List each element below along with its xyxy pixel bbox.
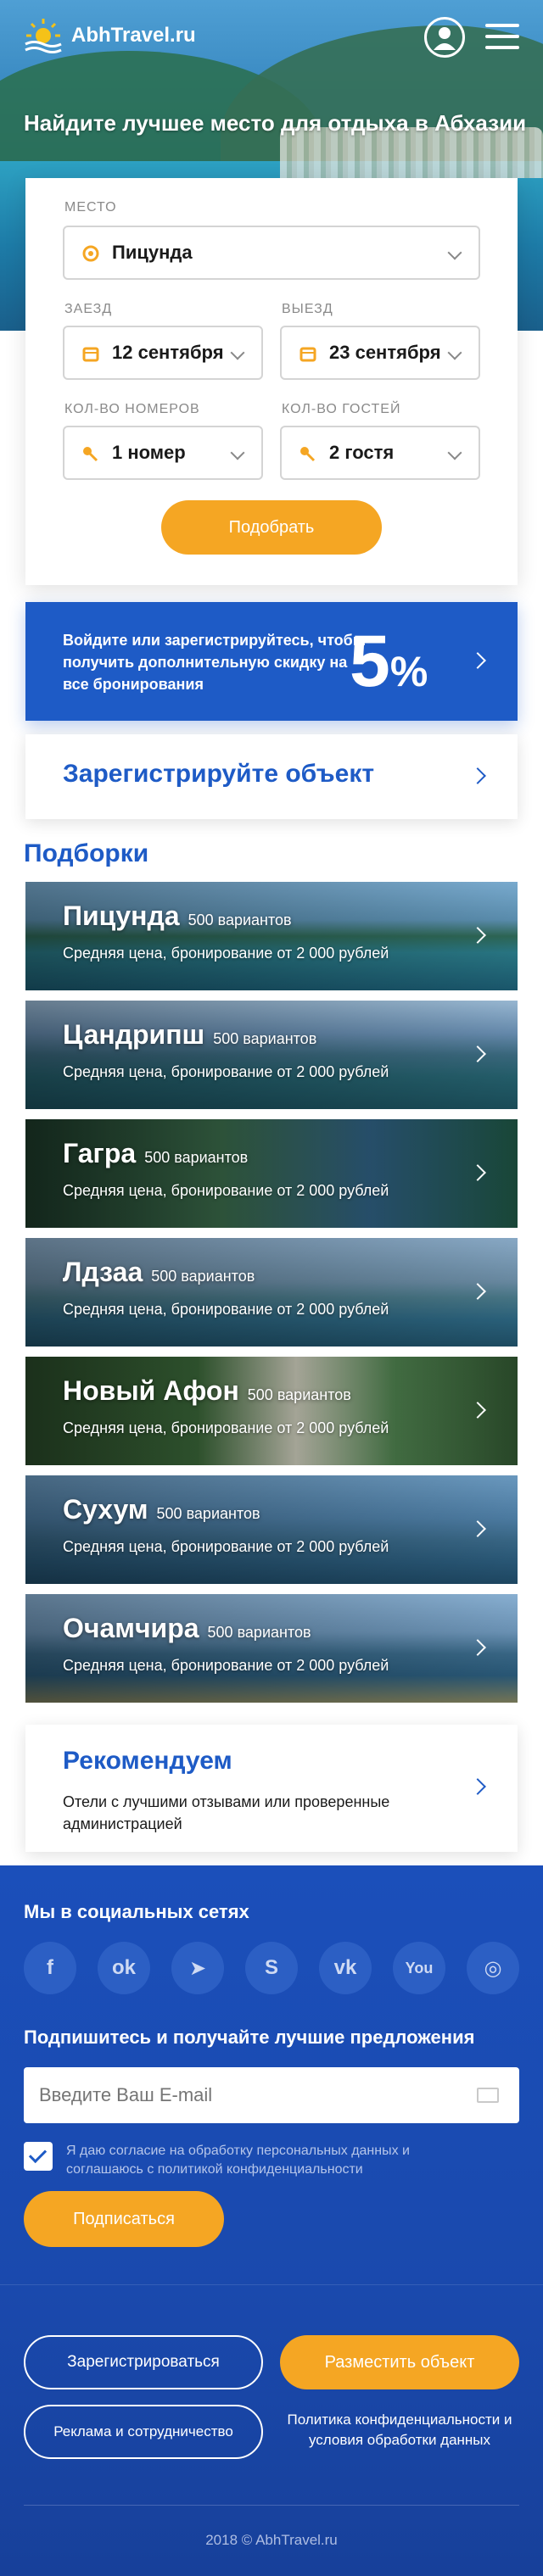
- collection-name: Гагра 500 вариантов: [63, 1138, 249, 1168]
- rooms-value: 1 номер: [112, 442, 186, 463]
- copyright: 2018 © AbhTravel.ru: [205, 2532, 338, 2548]
- vk-icon[interactable]: vk: [319, 1942, 372, 1994]
- social-links: f ok ➤ S vk You ◎: [24, 1942, 519, 1996]
- social-title: Мы в социальных сетях: [24, 1901, 249, 1922]
- divider: [24, 2505, 519, 2506]
- instagram-icon[interactable]: ◎: [467, 1942, 519, 1994]
- place-label: МЕСТО: [64, 200, 117, 215]
- collection-name: Сухум 500 вариантов: [63, 1494, 260, 1525]
- collection-card[interactable]: Сухум 500 вариантов Средняя цена, брониро…: [25, 1475, 518, 1584]
- recommend-card[interactable]: Рекомендуем Отели с лучшими отзывами или…: [25, 1725, 518, 1852]
- collection-subtitle: Средняя цена, бронирование от 2 000 рубл…: [63, 1182, 389, 1199]
- subscribe-button[interactable]: Подписаться: [24, 2191, 224, 2247]
- checkin-value: 12 сентября: [112, 342, 224, 363]
- place-value: Пицунда: [112, 242, 193, 263]
- collection-card[interactable]: Лдзаа 500 вариантов Средняя цена, брониро…: [25, 1238, 518, 1347]
- key-icon: [300, 447, 316, 462]
- collection-subtitle: Средняя цена, бронирование от 2 000 рубл…: [63, 1301, 389, 1318]
- place-object-button[interactable]: Разместить объект: [280, 2335, 519, 2389]
- checkin-select[interactable]: 12 сентября: [63, 326, 263, 380]
- skype-icon[interactable]: S: [245, 1942, 298, 1994]
- menu-icon[interactable]: [485, 24, 519, 51]
- rooms-label: КОЛ-ВО НОМЕРОВ: [64, 402, 200, 416]
- collection-name: Лдзаа 500 вариантов: [63, 1257, 255, 1287]
- promo-percent: 5%: [350, 621, 428, 702]
- chevron-down-icon: [230, 345, 245, 360]
- discount-promo-banner[interactable]: Войдите или зарегистрируйтесь, чтобы пол…: [25, 602, 518, 721]
- find-button[interactable]: Подобрать: [161, 500, 382, 555]
- footer: Мы в социальных сетях f ok ➤ S vk You ◎ …: [0, 1865, 543, 2576]
- checkin-label: ЗАЕЗД: [64, 302, 113, 316]
- chevron-right-icon: [469, 652, 486, 669]
- top-bar: AbhTravel.ru: [0, 0, 543, 75]
- recommend-title: Рекомендуем: [63, 1747, 232, 1775]
- collection-card[interactable]: Гагра 500 вариантов Средняя цена, брониро…: [25, 1119, 518, 1228]
- divider: [0, 2284, 543, 2285]
- collection-subtitle: Средняя цена, бронирование от 2 000 рубл…: [63, 1419, 389, 1436]
- register-object-card[interactable]: Зарегистрируйте объект: [25, 734, 518, 819]
- subscribe-title: Подпишитесь и получайте лучшие предложен…: [24, 2027, 475, 2048]
- collection-name: Пицунда 500 вариантов: [63, 900, 292, 931]
- guests-select[interactable]: 2 гостя: [280, 426, 480, 480]
- search-form: МЕСТО Пицунда ЗАЕЗД 12 сентября ВЫЕЗД 23…: [25, 178, 518, 585]
- consent-text: Я даю согласие на обработку персональных…: [66, 2144, 410, 2177]
- register-button[interactable]: Зарегистрироваться: [24, 2335, 263, 2389]
- guests-label: КОЛ-ВО ГОСТЕЙ: [282, 402, 401, 416]
- location-icon: [82, 245, 99, 262]
- register-object-label: Зарегистрируйте объект: [63, 760, 375, 788]
- chevron-right-icon: [469, 767, 486, 784]
- collection-name: Очамчира 500 вариантов: [63, 1613, 311, 1643]
- key-icon: [83, 447, 98, 462]
- collection-subtitle: Средняя цена, бронирование от 2 000 рубл…: [63, 1063, 389, 1080]
- collection-subtitle: Средняя цена, бронирование от 2 000 рубл…: [63, 1538, 389, 1555]
- user-account-button[interactable]: [424, 17, 465, 58]
- collections-title: Подборки: [24, 839, 149, 867]
- collection-name: Цандрипш 500 вариантов: [63, 1019, 317, 1050]
- facebook-icon[interactable]: f: [24, 1942, 76, 1994]
- collection-name: Новый Афон 500 вариантов: [63, 1375, 351, 1406]
- checkout-select[interactable]: 23 сентября: [280, 326, 480, 380]
- rooms-select[interactable]: 1 номер: [63, 426, 263, 480]
- calendar-icon: [299, 347, 316, 362]
- privacy-policy-link[interactable]: Политика конфиденциальности и условия об…: [280, 2410, 519, 2451]
- telegram-icon[interactable]: ➤: [171, 1942, 224, 1994]
- checkout-value: 23 сентября: [329, 342, 441, 363]
- chevron-down-icon: [447, 445, 462, 460]
- chevron-right-icon: [469, 1778, 486, 1795]
- chevron-down-icon: [447, 245, 462, 260]
- chevron-down-icon: [447, 345, 462, 360]
- checkout-label: ВЫЕЗД: [282, 302, 333, 316]
- odnoklassniki-icon[interactable]: ok: [98, 1942, 150, 1994]
- collection-card[interactable]: Очамчира 500 вариантов Средняя цена, брон…: [25, 1594, 518, 1703]
- place-select[interactable]: Пицунда: [63, 226, 480, 280]
- collection-card[interactable]: Пицунда 500 вариантов Средняя цена, брони…: [25, 882, 518, 990]
- ads-button[interactable]: Реклама и сотрудничество: [24, 2405, 263, 2459]
- logo-text[interactable]: AbhTravel.ru: [71, 24, 196, 47]
- user-icon: [434, 27, 456, 50]
- guests-value: 2 гостя: [329, 442, 395, 463]
- hero-title: Найдите лучшее место для отдыха в Абхази…: [24, 110, 527, 136]
- calendar-icon: [82, 347, 99, 362]
- consent-checkbox[interactable]: [24, 2142, 53, 2171]
- promo-text: Войдите или зарегистрируйтесь, чтобы пол…: [63, 632, 367, 693]
- chevron-down-icon: [230, 445, 245, 460]
- collection-subtitle: Средняя цена, бронирование от 2 000 рубл…: [63, 945, 389, 962]
- collection-card[interactable]: Новый Афон 500 вариантов Средняя цена, бр…: [25, 1357, 518, 1465]
- youtube-icon[interactable]: You: [393, 1942, 445, 1994]
- mail-icon: [477, 2088, 499, 2103]
- collection-card[interactable]: Цандрипш 500 вариантов Средняя цена, брон…: [25, 1001, 518, 1109]
- collection-subtitle: Средняя цена, бронирование от 2 000 рубл…: [63, 1657, 389, 1674]
- recommend-text: Отели с лучшими отзывами или проверенные…: [63, 1793, 390, 1832]
- logo-sun-icon[interactable]: [24, 17, 63, 56]
- email-input[interactable]: [24, 2067, 519, 2123]
